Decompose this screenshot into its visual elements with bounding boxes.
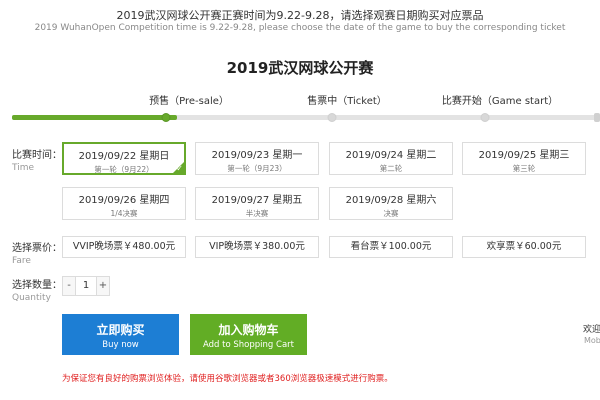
fare-label-cn: 选择票价： xyxy=(12,243,62,254)
buy-now-sublabel: Buy now xyxy=(102,340,139,350)
browser-warning: 为保证您有良好的购票浏览体验，请使用谷歌浏览器或者360浏览器极速模式进行购票。 xyxy=(62,374,393,384)
date-option-0924[interactable]: 2019/09/24 星期二 第二轮 xyxy=(329,142,453,175)
add-to-cart-sublabel: Add to Shopping Cart xyxy=(203,340,294,350)
date-option-0928[interactable]: 2019/09/28 星期六 决赛 xyxy=(329,187,453,220)
sale-progress: 预售（Pre-sale） 售票中（Ticket） 比赛开始（Game start… xyxy=(12,92,600,122)
time-label-cn: 比赛时间： xyxy=(12,150,62,161)
date-sub: 第一轮（9月22） xyxy=(94,165,154,174)
fare-option-vvip[interactable]: VVIP晚场票￥480.00元 xyxy=(62,236,186,258)
date-sub: 半决赛 xyxy=(245,209,269,218)
step-gamestart-label: 比赛开始（Game start） xyxy=(441,96,559,107)
fare-option-stand[interactable]: 看台票￥100.00元 xyxy=(329,236,453,258)
qty-label-cn: 选择数量： xyxy=(12,280,62,291)
fare-option-vip[interactable]: VIP晚场票￥380.00元 xyxy=(195,236,319,258)
quantity-stepper: - 1 + xyxy=(62,276,110,296)
event-title: 2019武汉网球公开赛 xyxy=(226,59,374,77)
step-ticket-dot xyxy=(327,113,337,122)
side-welcome-en: Mob xyxy=(584,336,600,345)
date-option-0927[interactable]: 2019/09/27 星期五 半决赛 xyxy=(195,187,319,220)
date-main: 2019/09/28 星期六 xyxy=(345,195,437,206)
time-label-en: Time xyxy=(12,163,35,173)
step-presale-label: 预售（Pre-sale） xyxy=(149,96,229,107)
add-to-cart-label: 加入购物车 xyxy=(218,323,279,337)
date-main: 2019/09/25 星期三 xyxy=(478,150,570,161)
add-to-cart-button[interactable]: 加入购物车 Add to Shopping Cart xyxy=(190,314,307,355)
date-option-0922[interactable]: 2019/09/22 星期日 第一轮（9月22） ✓ xyxy=(62,142,186,175)
date-sub: 决赛 xyxy=(383,209,399,218)
step-presale-dot xyxy=(161,113,171,122)
fare-row-label: 选择票价： Fare xyxy=(12,243,62,267)
fare-option-joy[interactable]: 欢享票￥60.00元 xyxy=(462,236,586,258)
step-ticket-label: 售票中（Ticket） xyxy=(307,96,387,107)
date-sub: 第二轮 xyxy=(379,164,403,173)
date-sub: 第一轮（9月23） xyxy=(227,164,287,173)
buy-now-label: 立即购买 xyxy=(96,323,145,337)
side-welcome-cn: 欢迎 xyxy=(583,325,600,335)
qty-minus-button[interactable]: - xyxy=(63,277,75,295)
date-main: 2019/09/26 星期四 xyxy=(78,195,170,206)
check-icon: ✓ xyxy=(176,164,183,173)
qty-label-en: Quantity xyxy=(12,293,51,303)
date-main: 2019/09/22 星期日 xyxy=(78,151,170,162)
date-option-0926[interactable]: 2019/09/26 星期四 1/4决赛 xyxy=(62,187,186,220)
qty-row-label: 选择数量： Quantity xyxy=(12,280,62,304)
buy-now-button[interactable]: 立即购买 Buy now xyxy=(62,314,179,355)
notice-cn: 2019武汉网球公开赛正赛时间为9.22-9.28，请选择观赛日期购买对应票品 xyxy=(116,9,484,22)
progress-end-cap xyxy=(594,113,600,122)
date-main: 2019/09/27 星期五 xyxy=(211,195,303,206)
date-main: 2019/09/24 星期二 xyxy=(345,150,437,161)
qty-value-field[interactable]: 1 xyxy=(75,277,97,295)
date-option-0925[interactable]: 2019/09/25 星期三 第三轮 xyxy=(462,142,586,175)
fare-label-en: Fare xyxy=(12,256,31,266)
time-row-label: 比赛时间： Time xyxy=(12,150,62,174)
step-gamestart-dot xyxy=(480,113,490,122)
date-option-0923[interactable]: 2019/09/23 星期一 第一轮（9月23） xyxy=(195,142,319,175)
date-main: 2019/09/23 星期一 xyxy=(211,150,303,161)
progress-fill xyxy=(12,115,177,120)
qty-plus-button[interactable]: + xyxy=(97,277,109,295)
date-sub: 第三轮 xyxy=(512,164,536,173)
notice-en: 2019 WuhanOpen Competition time is 9.22-… xyxy=(34,23,566,33)
date-sub: 1/4决赛 xyxy=(110,209,138,218)
